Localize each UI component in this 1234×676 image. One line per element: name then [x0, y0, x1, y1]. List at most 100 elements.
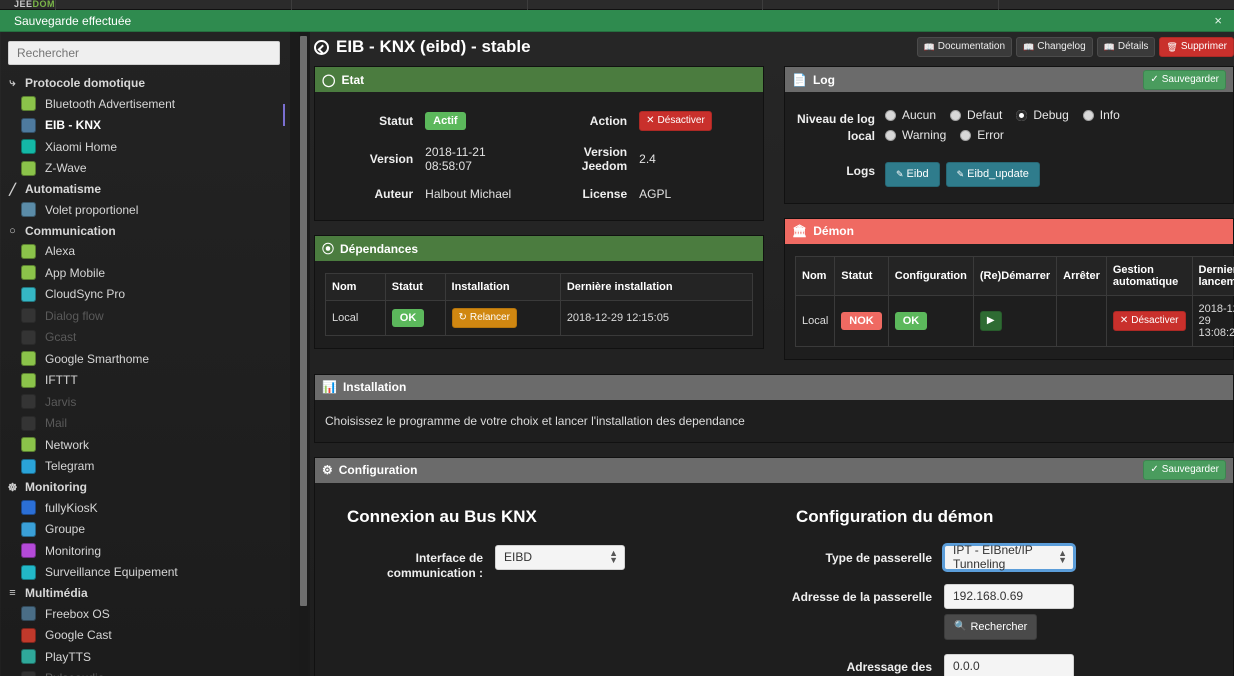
- sidebar-item-freebox-os[interactable]: Freebox OS: [0, 603, 290, 625]
- sidebar-item-ifttt[interactable]: IFTTT: [0, 370, 290, 392]
- log-level-radio-warning[interactable]: Warning: [885, 128, 946, 142]
- alexa-plugin-icon: [21, 243, 36, 259]
- radio-dot-icon: [1082, 109, 1094, 121]
- demon-header-label: Démon: [813, 224, 854, 239]
- table-row: Local NOK OK ▶ ✕ Désactiver 2018-1 29 13…: [794, 294, 1234, 347]
- relancer-button[interactable]: ↻ Relancer: [451, 308, 517, 328]
- network-plugin-icon: [21, 437, 36, 453]
- sidebar-item-jarvis[interactable]: Jarvis: [0, 391, 290, 413]
- interface-select[interactable]: EIBD ▲ ▼: [495, 544, 625, 570]
- sidebar-item-monitoring[interactable]: Monitoring: [0, 540, 290, 562]
- gestion-desactiver-button[interactable]: ✕ Désactiver: [1112, 310, 1186, 331]
- sidebar-item-playtts[interactable]: PlayTTS: [0, 646, 290, 668]
- sidebar-item-google-smarthome[interactable]: Google Smarthome: [0, 348, 290, 370]
- d-tails-button[interactable]: 📖 Détails: [1096, 37, 1156, 57]
- cell-statut: NOK: [834, 294, 889, 347]
- knx-plugin-icon: [21, 117, 36, 133]
- sidebar-item-gcast[interactable]: Gcast: [0, 327, 290, 349]
- sidebar-scrollbar-thumb[interactable]: [300, 36, 307, 606]
- sidebar-item-google-cast[interactable]: Google Cast: [0, 625, 290, 647]
- cell-configuration: OK: [887, 294, 974, 347]
- sidebar-item-label: Xiaomi Home: [45, 139, 118, 154]
- sidebar-group-protocole-domotique[interactable]: ⤷ Protocole domotique: [0, 73, 290, 93]
- sidebar-item-volet-proportionel[interactable]: Volet proportionel: [0, 199, 290, 221]
- sidebar-item-bluetooth-advertisement[interactable]: Bluetooth Advertisement: [0, 93, 290, 115]
- main-content: EIB - KNX (eibd) - stable 📖 Documentation…: [310, 32, 1234, 676]
- sidebar-item-surveillance-equipement[interactable]: Surveillance Equipement: [0, 562, 290, 584]
- sidebar-item-pulseaudio[interactable]: Pulseaudio: [0, 668, 290, 676]
- connections-input-1[interactable]: [944, 653, 1074, 676]
- topbar-menu-slot[interactable]: [290, 0, 527, 10]
- gateway-type-select[interactable]: IPT - EIBnet/IP Tunneling ▲ ▼: [944, 543, 1074, 571]
- back-arrow-icon[interactable]: [314, 39, 329, 55]
- sidebar-group-multim-dia[interactable]: ≡ Multimédia: [0, 583, 290, 603]
- log-button-eibd[interactable]: ✎ Eibd: [885, 161, 940, 187]
- log-save-button[interactable]: ✓ Sauvegarder: [1143, 69, 1226, 90]
- top-panels-row: ◯ Etat Statut Actif Action ✕ Désactiver …: [310, 66, 1234, 374]
- radio-dot-icon: [885, 129, 896, 141]
- sidebar-item-label: Dialog flow: [45, 308, 104, 323]
- gateway-address-label: Adresse de la passerelle: [791, 589, 932, 604]
- log-level-radio-debug[interactable]: Debug: [1016, 108, 1069, 122]
- bus-config-column: Connexion au Bus KNX Interface de commun…: [325, 507, 774, 676]
- interface-label: Interface de communication :: [386, 550, 483, 580]
- sidebar-group-communication[interactable]: ○ Communication: [0, 221, 290, 241]
- topbar-menu-slot[interactable]: [762, 0, 998, 10]
- topbar-menu-slot[interactable]: [55, 0, 291, 10]
- changelog-button[interactable]: 📖 Changelog: [1016, 37, 1093, 57]
- sidebar-item-groupe[interactable]: Groupe: [0, 519, 290, 541]
- restart-daemon-button[interactable]: ▶: [979, 310, 1002, 331]
- sidebar-active-marker: [283, 104, 285, 126]
- log-level-radio-defaut[interactable]: Defaut: [950, 108, 1002, 122]
- sidebar-item-dialog-flow[interactable]: Dialog flow: [0, 305, 290, 327]
- search-input[interactable]: [8, 41, 280, 65]
- sidebar-group-monitoring[interactable]: ☸ Monitoring: [0, 477, 290, 497]
- sidebar-item-fullykiosk[interactable]: fullyKiosK: [0, 497, 290, 519]
- etat-value-action: ✕ Désactiver: [633, 104, 753, 138]
- sidebar-item-label: Surveillance Equipement: [45, 565, 178, 580]
- demon-header-title: 🏛 Démon: [792, 224, 854, 238]
- col-configuration: Configuration: [887, 255, 974, 296]
- sidebar-item-xiaomi-home[interactable]: Xiaomi Home: [0, 136, 290, 158]
- sidebar-item-telegram[interactable]: Telegram: [0, 456, 290, 478]
- mail-plugin-icon: [21, 415, 36, 431]
- dependances-panel-header: ⦿ Dépendances: [315, 236, 763, 261]
- log-level-radio-info[interactable]: Info: [1082, 108, 1120, 122]
- etat-header-label: Etat: [341, 72, 365, 87]
- rechercher-button[interactable]: 🔍 Rechercher: [944, 613, 1038, 640]
- configuration-save-button[interactable]: ✓ Sauvegarder: [1143, 460, 1226, 481]
- topbar-menu-slot[interactable]: [998, 0, 1234, 10]
- sidebar-item-alexa[interactable]: Alexa: [0, 241, 290, 263]
- supprimer-button[interactable]: 🗑 Supprimer: [1159, 37, 1234, 57]
- log-level-radio-aucun[interactable]: Aucun: [885, 108, 936, 122]
- sidebar-item-cloudsync-pro[interactable]: CloudSync Pro: [0, 284, 290, 306]
- close-icon[interactable]: ×: [1212, 14, 1224, 27]
- freebox-plugin-icon: [21, 606, 36, 622]
- sidebar-item-app-mobile[interactable]: App Mobile: [0, 262, 290, 284]
- desactiver-button[interactable]: ✕ Désactiver: [639, 111, 712, 131]
- log-button-eibd_update[interactable]: ✎ Eibd_update: [945, 161, 1040, 187]
- sidebar-item-label: Telegram: [45, 459, 95, 474]
- sidebar-group-automatisme[interactable]: ╱ Automatisme: [0, 179, 290, 199]
- x-icon: ✕: [646, 115, 655, 126]
- gateway-address-input[interactable]: [944, 583, 1074, 609]
- topbar-menu-slot[interactable]: [526, 0, 763, 10]
- sidebar-item-network[interactable]: Network: [0, 434, 290, 456]
- demon-table-head: Nom Statut Configuration (Re)Démarrer Ar…: [794, 255, 1234, 296]
- log-panel-header: 📄 Log ✓ Sauvegarder: [785, 67, 1233, 92]
- dashboard-icon: ☸: [7, 481, 18, 494]
- documentation-button[interactable]: 📖 Documentation: [916, 37, 1013, 57]
- sidebar-item-label: IFTTT: [45, 373, 78, 388]
- dependances-header-label: Dépendances: [340, 241, 419, 256]
- jeedom-logo[interactable]: JEEDOM: [0, 0, 55, 9]
- left-column: ◯ Etat Statut Actif Action ✕ Désactiver …: [314, 66, 764, 374]
- sidebar-item-eib-knx[interactable]: EIB - KNX: [0, 115, 290, 137]
- sidebar-item-label: Volet proportionel: [45, 202, 139, 217]
- col-gestion-automatique: Gestion automatique: [1105, 255, 1193, 296]
- pencil-icon: ✎: [956, 168, 965, 179]
- log-level-radio-label: Info: [1099, 108, 1120, 122]
- sidebar-item-label: Alexa: [45, 244, 76, 259]
- sidebar-item-mail[interactable]: Mail: [0, 413, 290, 435]
- log-level-radio-error[interactable]: Error: [960, 128, 1004, 142]
- sidebar-item-z-wave[interactable]: Z-Wave: [0, 158, 290, 180]
